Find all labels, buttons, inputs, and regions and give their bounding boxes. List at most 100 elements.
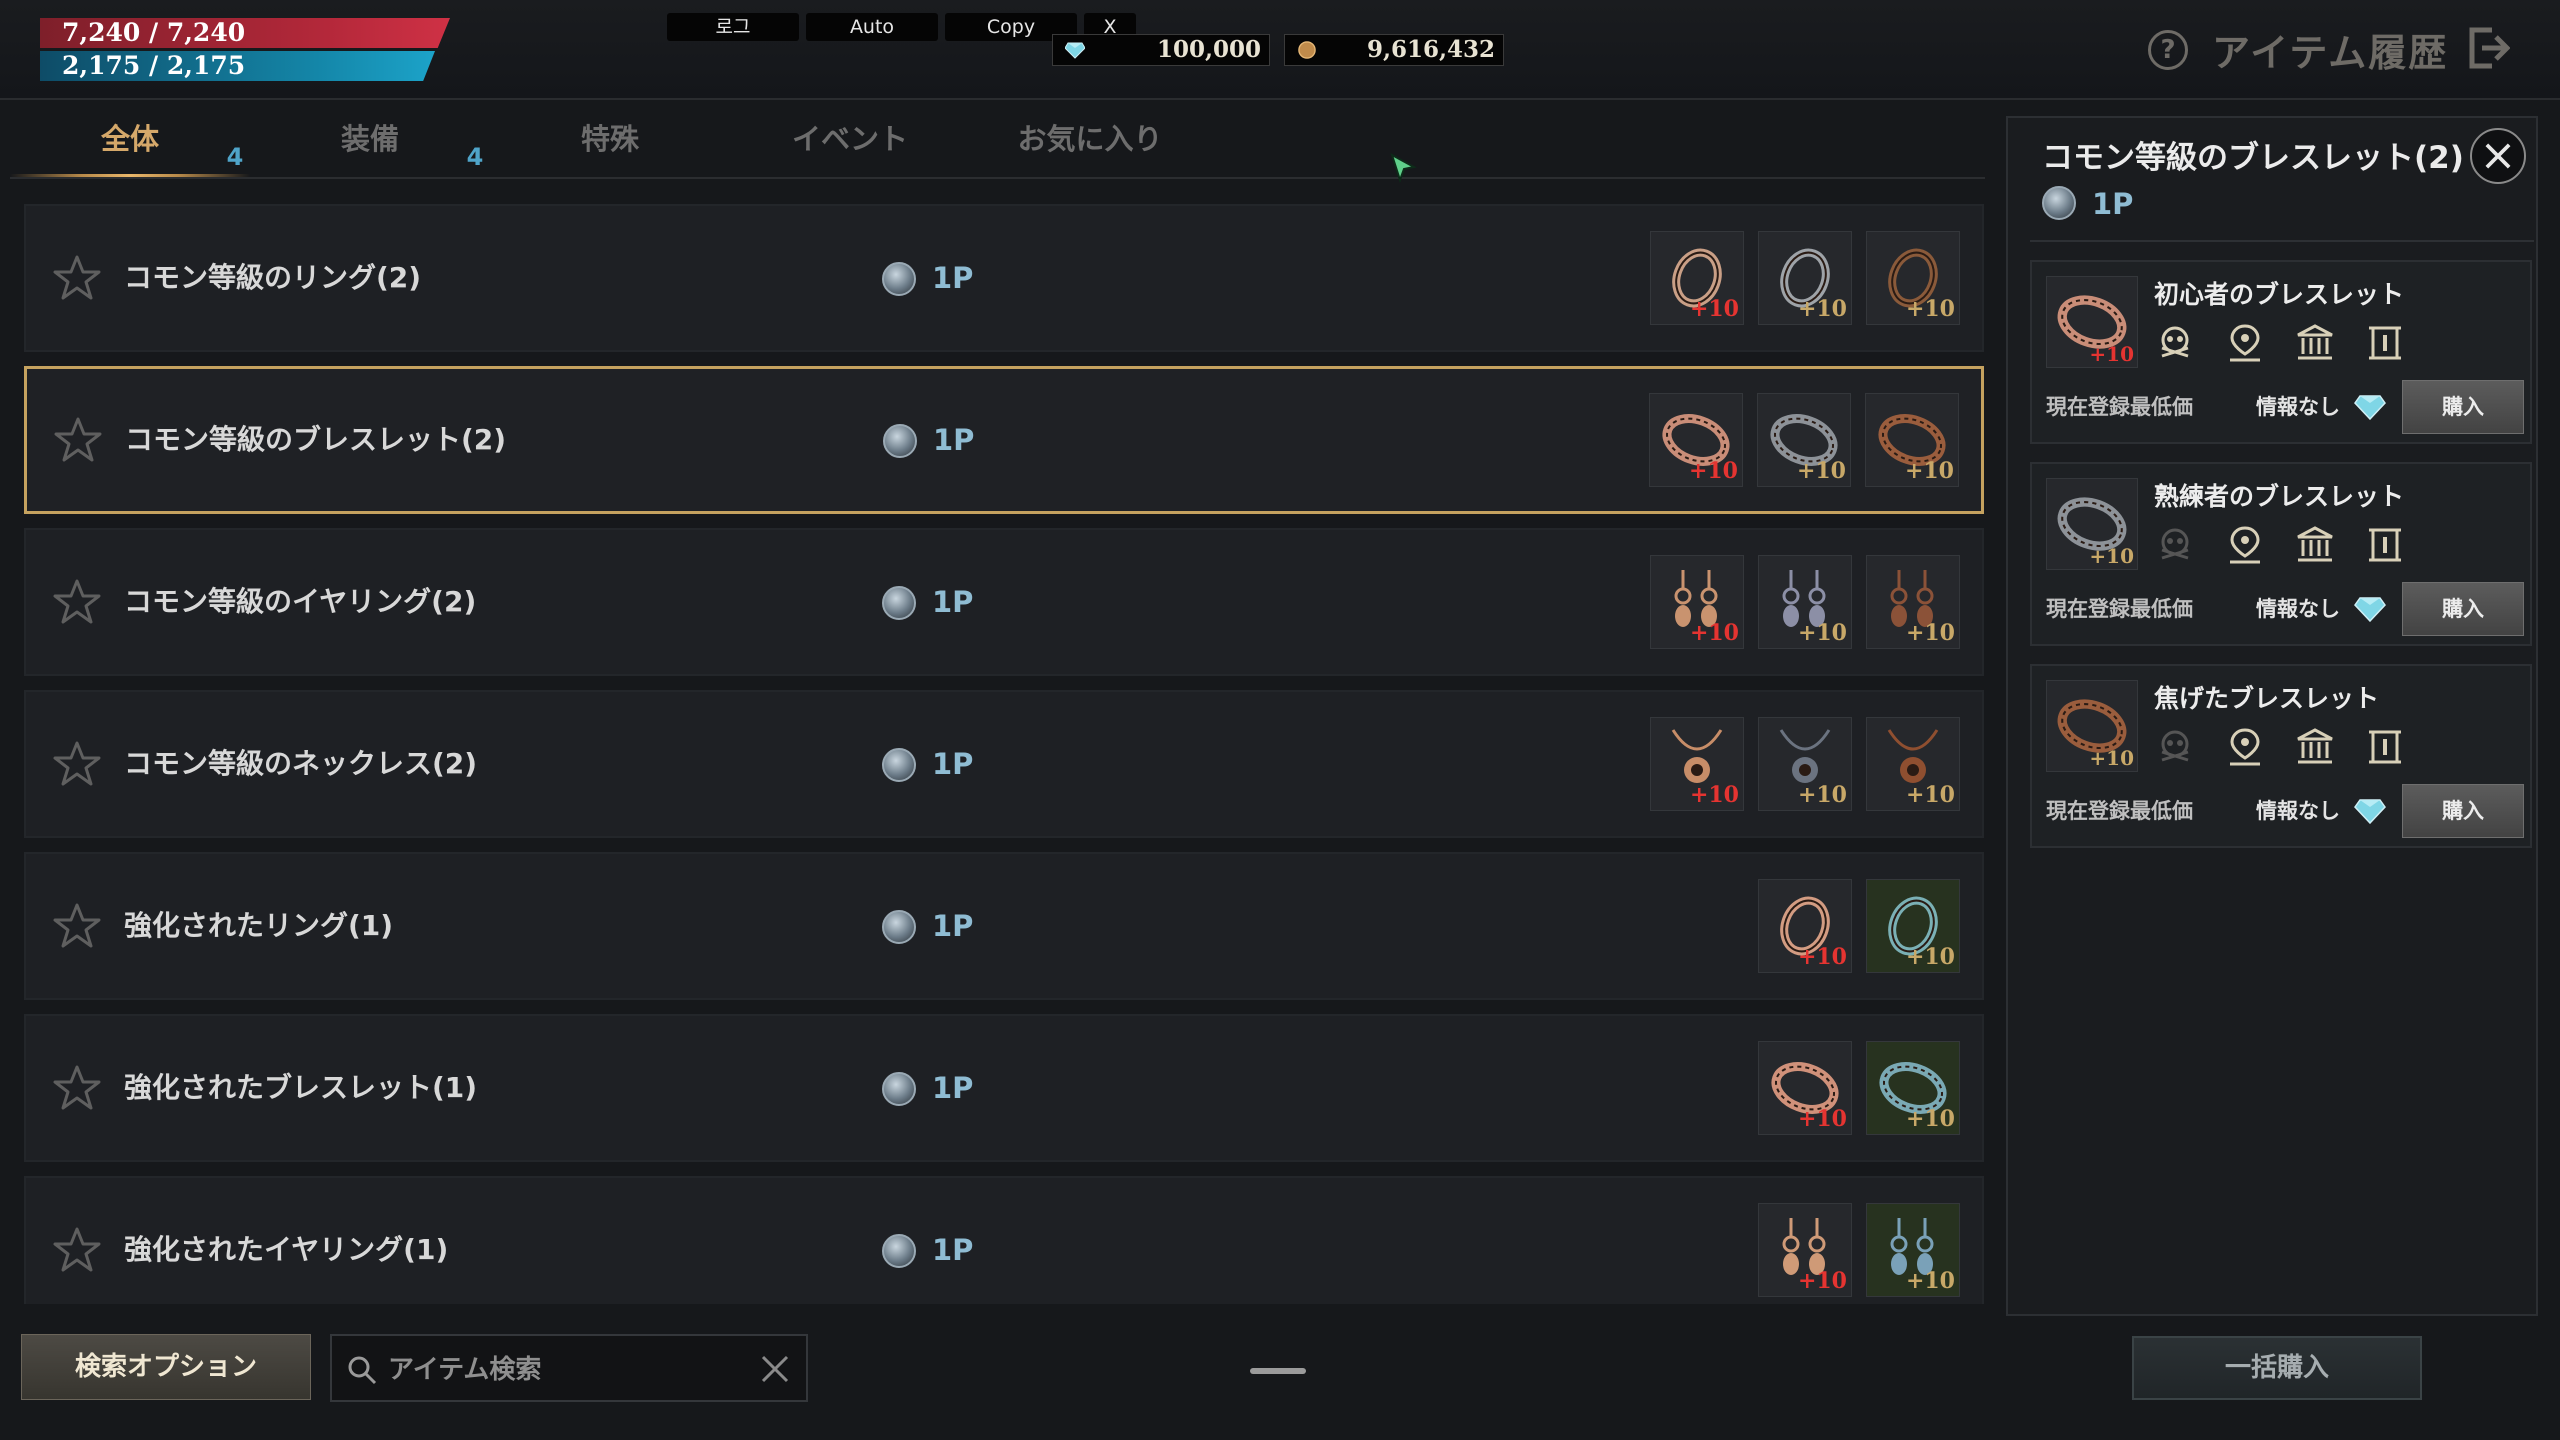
price-info: 情報なし: [2256, 799, 2340, 823]
item-point-value: 1P: [932, 585, 974, 619]
list-item[interactable]: 強化されたイヤリング(1) 1P +10 +10: [24, 1176, 1984, 1304]
item-name: 強化されたブレスレット(1): [124, 1071, 478, 1104]
search-input[interactable]: [388, 1348, 728, 1392]
list-item[interactable]: コモン等級のイヤリング(2) 1P +10 +10 +10: [24, 528, 1984, 676]
diamond-icon: [2354, 597, 2386, 622]
skull-icon: [2161, 326, 2189, 358]
bracelet-item-icon[interactable]: +10: [2046, 478, 2138, 570]
bracelet-item-icon[interactable]: +10: [1757, 393, 1851, 487]
buy-button[interactable]: 購入: [2402, 784, 2524, 838]
tab-all[interactable]: 全体 4: [10, 100, 250, 178]
earring-item-icon[interactable]: +10: [1866, 1203, 1960, 1297]
item-thumbnails: +10 +10: [1758, 1041, 1960, 1135]
tab-equipment[interactable]: 装備 4: [250, 100, 490, 178]
enhance-level: +10: [1797, 620, 1847, 646]
diamond-icon: [2354, 395, 2386, 420]
lowest-price-label: 現在登録最低価: [2046, 597, 2193, 621]
bracelet-item-icon[interactable]: +10: [1865, 393, 1959, 487]
item-thumbnails: +10 +10 +10: [1650, 231, 1960, 325]
ring-item-icon[interactable]: +10: [1758, 879, 1852, 973]
category-tabs: 全体 4 装備 4 特殊 イベント お気に入り: [10, 100, 1990, 180]
item-point: 1P: [882, 746, 973, 782]
tab-label: 特殊: [580, 122, 639, 156]
tab-event[interactable]: イベント: [730, 100, 970, 178]
item-thumbnails: +10 +10 +10: [1650, 555, 1960, 649]
tab-label: イベント: [791, 122, 908, 156]
earring-item-icon[interactable]: +10: [1650, 555, 1744, 649]
skull-icon: [2161, 528, 2189, 560]
ring-item-icon[interactable]: +10: [1650, 231, 1744, 325]
panel-point-value: 1P: [2092, 187, 2134, 221]
item-name: コモン等級のネックレス(2): [124, 747, 478, 780]
necklace-item-icon[interactable]: +10: [1758, 717, 1852, 811]
enhance-level: +10: [1689, 782, 1739, 808]
scroll-icon: [2369, 730, 2401, 764]
favorite-star-icon[interactable]: [52, 1063, 102, 1113]
enhance-level: +10: [1688, 458, 1738, 484]
earring-item-icon[interactable]: +10: [1758, 1203, 1852, 1297]
favorite-star-icon[interactable]: [52, 901, 102, 951]
item-list: コモン等級のリング(2) 1P +10 +10 +10 コモン等級のブレスレット(2) 1P…: [24, 204, 1984, 1304]
favorite-star-icon[interactable]: [52, 577, 102, 627]
item-point: 1P: [882, 260, 973, 296]
item-point: 1P: [882, 908, 973, 944]
search-box: [330, 1334, 808, 1402]
bracelet-item-icon[interactable]: +10: [1866, 1041, 1960, 1135]
favorite-star-icon[interactable]: [52, 739, 102, 789]
earring-item-icon[interactable]: +10: [1866, 555, 1960, 649]
point-coin-icon: [2042, 186, 2076, 220]
listing-card: +10 焦げたブレスレット 現在登録最低価 情報なし 購入: [2030, 664, 2532, 848]
gem-currency: 100,000: [1052, 34, 1270, 66]
enhance-level: +10: [1796, 458, 1846, 484]
necklace-item-icon[interactable]: +10: [1866, 717, 1960, 811]
list-item[interactable]: コモン等級のリング(2) 1P +10 +10 +10: [24, 204, 1984, 352]
mp-text: 2,175 / 2,175: [62, 51, 246, 80]
bulk-buy-button[interactable]: 一括購入: [2132, 1336, 2422, 1400]
favorite-star-icon[interactable]: [52, 253, 102, 303]
ring-item-icon[interactable]: +10: [1866, 231, 1960, 325]
enhance-level: +10: [1905, 620, 1955, 646]
point-coin-icon: [882, 586, 916, 620]
drag-handle[interactable]: [1250, 1368, 1306, 1374]
ring-item-icon[interactable]: +10: [1866, 879, 1960, 973]
enhance-level: +10: [1689, 620, 1739, 646]
bracelet-item-icon[interactable]: +10: [2046, 276, 2138, 368]
bank-icon: [2297, 526, 2333, 562]
search-options-button[interactable]: 検索オプション: [21, 1334, 311, 1400]
item-thumbnails: +10 +10 +10: [1649, 393, 1959, 487]
earring-item-icon[interactable]: +10: [1758, 555, 1852, 649]
clear-search-icon[interactable]: [758, 1352, 792, 1386]
bracelet-item-icon[interactable]: +10: [1758, 1041, 1852, 1135]
bank-icon: [2297, 728, 2333, 764]
list-item[interactable]: コモン等級のブレスレット(2) 1P +10 +10 +10: [24, 366, 1984, 514]
card-item-name: 焦げたブレスレット: [2154, 684, 2380, 713]
item-point-value: 1P: [932, 261, 974, 295]
tab-label: 装備: [340, 122, 399, 156]
item-point-value: 1P: [932, 909, 974, 943]
list-item[interactable]: 強化されたブレスレット(1) 1P +10 +10: [24, 1014, 1984, 1162]
log-button[interactable]: 로그: [667, 13, 799, 41]
item-thumbnails: +10 +10 +10: [1650, 717, 1960, 811]
help-icon[interactable]: ?: [2148, 30, 2188, 70]
tab-special[interactable]: 特殊: [490, 100, 730, 178]
enhance-level: +10: [1797, 1268, 1847, 1294]
bracelet-item-icon[interactable]: +10: [1649, 393, 1743, 487]
list-item[interactable]: 強化されたリング(1) 1P +10 +10: [24, 852, 1984, 1000]
exit-icon[interactable]: [2466, 24, 2510, 72]
necklace-item-icon[interactable]: +10: [1650, 717, 1744, 811]
diamond-icon: [2354, 799, 2386, 824]
buy-button[interactable]: 購入: [2402, 582, 2524, 636]
favorite-star-icon[interactable]: [53, 415, 103, 465]
mp-bar: 2,175 / 2,175: [40, 51, 435, 81]
auto-button[interactable]: Auto: [806, 13, 938, 41]
buy-button[interactable]: 購入: [2402, 380, 2524, 434]
scroll-icon: [2369, 528, 2401, 562]
list-item[interactable]: コモン等級のネックレス(2) 1P +10 +10 +10: [24, 690, 1984, 838]
gold-amount: 9,616,432: [1366, 36, 1495, 63]
panel-title: コモン等級のブレスレット(2): [2042, 140, 2464, 176]
bracelet-item-icon[interactable]: +10: [2046, 680, 2138, 772]
favorite-star-icon[interactable]: [52, 1225, 102, 1275]
ring-item-icon[interactable]: +10: [1758, 231, 1852, 325]
close-icon[interactable]: [2470, 128, 2526, 184]
tab-favorites[interactable]: お気に入り: [970, 100, 1210, 178]
